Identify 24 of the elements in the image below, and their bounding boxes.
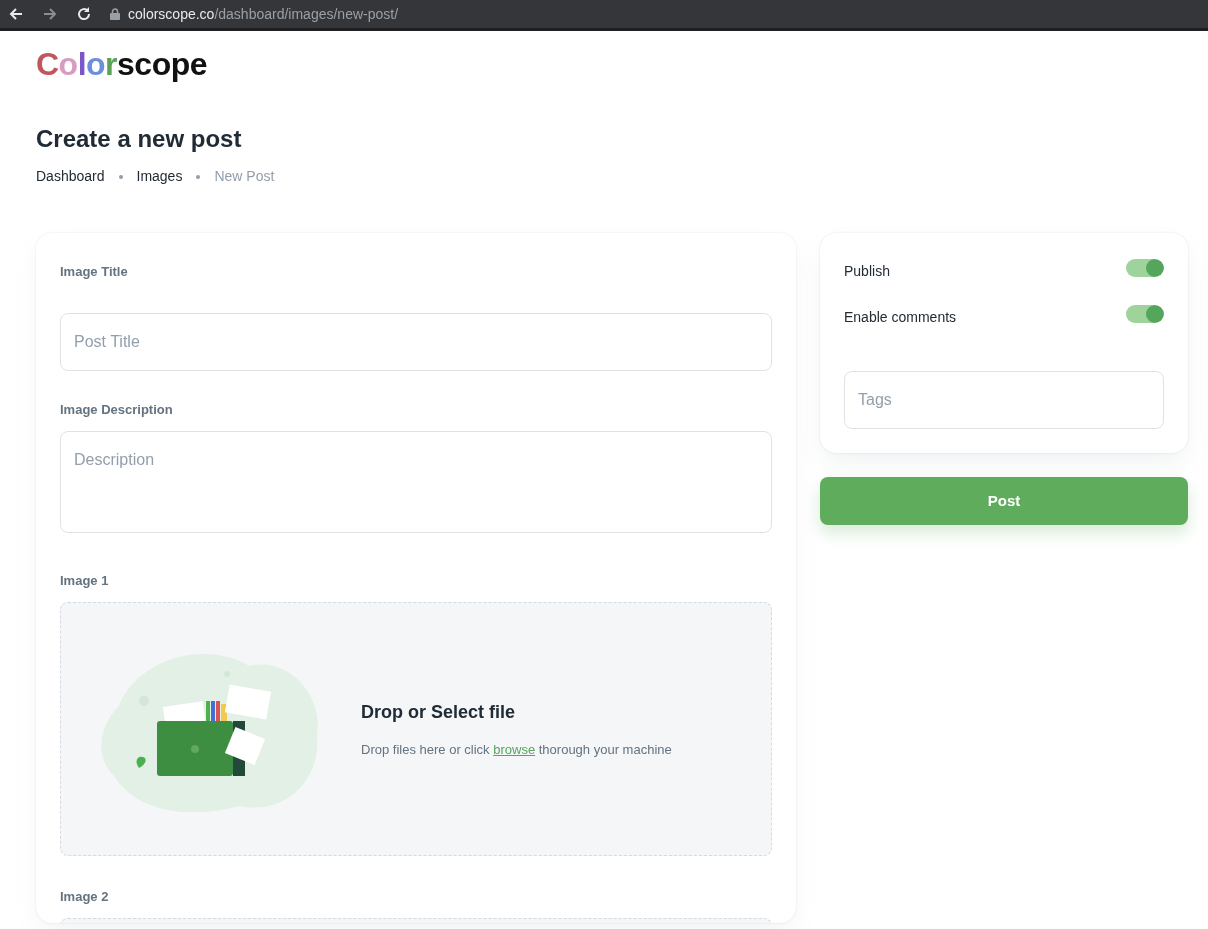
- lock-icon: [110, 8, 120, 20]
- breadcrumb-current: New Post: [214, 167, 275, 187]
- tags-input-field[interactable]: Tags: [844, 371, 1164, 430]
- textarea-field[interactable]: Description: [60, 431, 772, 534]
- breadcrumb-link[interactable]: Images: [136, 166, 183, 188]
- page-title: Create a new post: [36, 125, 243, 155]
- address-bar-url[interactable]: colorscope.co/dashboard/images/new-post/: [128, 3, 399, 25]
- field-label: Image 2: [60, 888, 109, 907]
- back-icon[interactable]: [8, 6, 24, 22]
- forward-icon[interactable]: [42, 6, 58, 22]
- field-label: Image Description: [60, 401, 173, 420]
- toggle-switch[interactable]: [1126, 305, 1164, 324]
- switch-label: Enable comments: [844, 307, 957, 327]
- breadcrumb-link[interactable]: Dashboard: [36, 166, 105, 188]
- reload-icon[interactable]: [76, 6, 92, 22]
- switch-label: Publish: [844, 261, 890, 281]
- dropzone-instructions: Drop files here or click browse thorough your machine: [361, 740, 672, 759]
- logo-text[interactable]: Colorscope: [36, 45, 208, 84]
- file-dropzone[interactable]: Drop or Select file Drop files here or click browse thorough your machine: [60, 602, 772, 857]
- dropzone-title: Drop or Select file: [361, 700, 517, 724]
- text-input-field[interactable]: Post Title: [60, 313, 772, 372]
- field-label: Image Title: [60, 263, 128, 282]
- field-label: Image 1: [60, 572, 109, 591]
- toggle-switch[interactable]: [1126, 259, 1164, 278]
